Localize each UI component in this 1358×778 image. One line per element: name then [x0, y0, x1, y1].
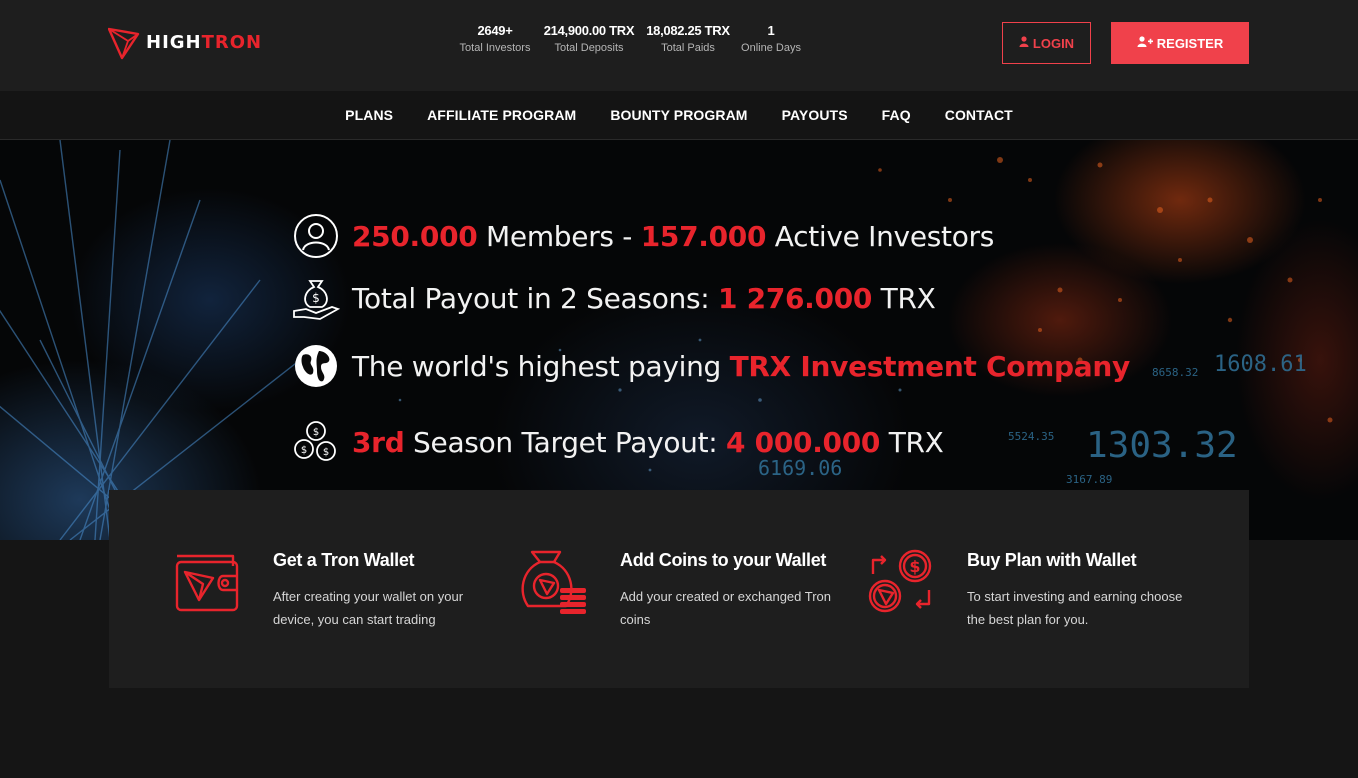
- hero-line-text: The world's highest paying TRX Investmen…: [352, 350, 1130, 383]
- logo-text-tron: TRON: [201, 31, 263, 53]
- hero-line-target-payout: $ $ $ 3rd Season Target Payout: 4 000.000 …: [292, 418, 944, 466]
- stat-value: 1: [767, 23, 775, 38]
- hero-text: TRX: [872, 281, 936, 315]
- hero-number: 4 000.000: [726, 425, 881, 459]
- stat-value: 2649+: [477, 23, 513, 38]
- top-bar: HIGHTRON 2649+ Total Investors 214,900.0…: [0, 0, 1358, 91]
- step-description: To start investing and earning choose th…: [967, 589, 1183, 627]
- hero-line-text: Total Payout in 2 Seasons: 1 276.000 TRX: [352, 282, 936, 315]
- ticker-number: 1608.61: [1214, 352, 1307, 377]
- stat-total-paids: 18,082.25 TRX Total Paids: [638, 22, 738, 54]
- stat-total-investors: 2649+ Total Investors: [450, 22, 540, 54]
- stat-value: 18,082.25 TRX: [646, 23, 730, 38]
- step-description: Add your created or exchanged Tron coins: [620, 589, 832, 627]
- hero-line-total-payout: $ Total Payout in 2 Seasons: 1 276.000 T…: [292, 274, 936, 322]
- nav-item-faq[interactable]: FAQ: [882, 107, 911, 123]
- register-label: REGISTER: [1156, 35, 1224, 51]
- hero-background-rays: [0, 140, 1333, 540]
- hero-text: Season Target Payout:: [404, 425, 727, 459]
- main-nav: PLANS AFFILIATE PROGRAM BOUNTY PROGRAM P…: [0, 91, 1358, 140]
- steps-panel: Get a Tron Wallet After creating your wa…: [109, 490, 1249, 688]
- hero-number: 157.000: [640, 219, 767, 253]
- nav-item-bounty-program[interactable]: BOUNTY PROGRAM: [610, 107, 747, 123]
- stat-value: 214,900.00 TRX: [543, 23, 635, 38]
- ticker-number: 5524.35: [1008, 430, 1055, 443]
- hero-number: 250.000: [352, 219, 478, 253]
- hero-line-text: 3rd Season Target Payout: 4 000.000 TRX: [352, 426, 944, 459]
- step-title: Add Coins to your Wallet: [620, 550, 827, 570]
- ticker-number: 1303.32: [1086, 425, 1238, 466]
- svg-text:$: $: [301, 445, 307, 456]
- coins-icon: $ $ $: [292, 418, 340, 466]
- ticker-number: 8658.32: [1152, 366, 1199, 379]
- hero-number: TRX Investment Company: [729, 349, 1131, 383]
- hero-text: The world's highest paying: [352, 349, 730, 383]
- hero-banner: 1608.61 1303.32 6169.06 8658.32 5524.35 …: [0, 140, 1358, 540]
- logo-text: HIGHTRON: [146, 32, 262, 53]
- hero-line-members: 250.000 Members - 157.000 Active Investo…: [292, 212, 994, 260]
- step-title: Buy Plan with Wallet: [967, 550, 1137, 570]
- hero-text: Members -: [477, 219, 641, 253]
- stats-bar: 2649+ Total Investors 214,900.00 TRX Tot…: [450, 22, 804, 54]
- stat-label: Online Days: [741, 42, 801, 54]
- hero-text: Total Payout in 2 Seasons:: [352, 281, 718, 315]
- step-title: Get a Tron Wallet: [273, 550, 415, 570]
- login-label: LOGIN: [1032, 35, 1075, 51]
- stat-label: Total Paids: [661, 42, 715, 54]
- hero-text: Active Investors: [766, 219, 995, 253]
- nav-item-payouts[interactable]: PAYOUTS: [782, 107, 848, 123]
- hero-number: 3rd: [352, 425, 405, 459]
- user-circle-icon: [292, 212, 340, 260]
- stat-online-days: 1 Online Days: [738, 22, 804, 54]
- ticker-number: 3167.89: [1066, 473, 1113, 486]
- money-bag-coins-icon: [521, 550, 586, 614]
- hero-line-company: The world's highest paying TRX Investmen…: [292, 342, 1130, 390]
- wallet-icon: [175, 554, 239, 612]
- exchange-coins-icon: $: [868, 549, 932, 613]
- tron-logo-icon: [108, 27, 140, 60]
- svg-text:$: $: [313, 427, 319, 438]
- user-plus-icon: [1137, 36, 1153, 50]
- nav-item-contact[interactable]: CONTACT: [945, 107, 1013, 123]
- logo[interactable]: HIGHTRON: [108, 24, 262, 60]
- logo-text-high: HIGH: [146, 31, 202, 53]
- step-description: After creating your wallet on your devic…: [273, 589, 464, 627]
- nav-item-affiliate-program[interactable]: AFFILIATE PROGRAM: [427, 107, 576, 123]
- stat-label: Total Investors: [459, 42, 531, 54]
- hero-line-text: 250.000 Members - 157.000 Active Investo…: [352, 220, 994, 253]
- nav-item-plans[interactable]: PLANS: [345, 107, 393, 123]
- stat-total-deposits: 214,900.00 TRX Total Deposits: [540, 22, 638, 54]
- svg-text:$: $: [909, 557, 920, 576]
- globe-icon: [292, 342, 340, 390]
- register-button[interactable]: REGISTER: [1111, 22, 1249, 64]
- svg-text:$: $: [312, 291, 320, 305]
- hero-text: TRX: [880, 425, 944, 459]
- user-icon: [1019, 36, 1029, 50]
- svg-text:$: $: [323, 447, 329, 458]
- stat-label: Total Deposits: [554, 42, 624, 54]
- money-bag-hand-icon: $: [292, 274, 340, 322]
- hero-number: 1 276.000: [718, 281, 873, 315]
- login-button[interactable]: LOGIN: [1002, 22, 1091, 64]
